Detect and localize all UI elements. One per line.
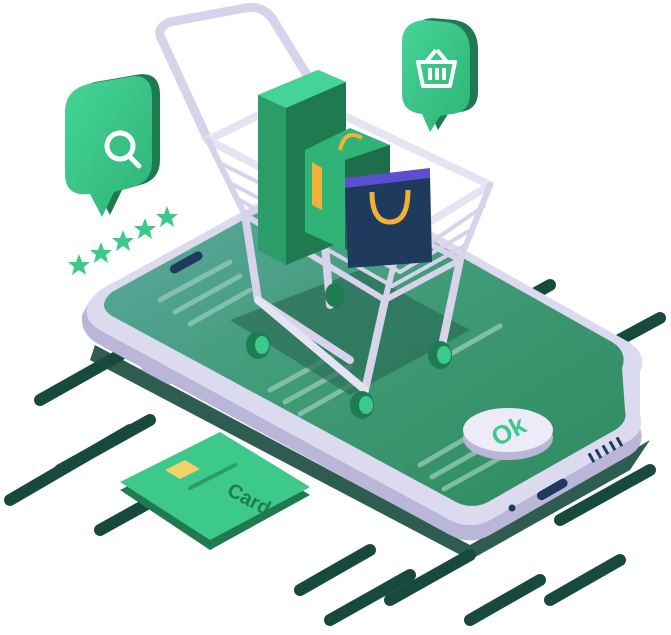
ecommerce-illustration: Ok Card <box>4 3 666 626</box>
ok-button[interactable]: Ok <box>463 408 553 460</box>
star-icon <box>134 218 156 239</box>
star-icon <box>156 206 178 227</box>
star-icon <box>90 242 112 263</box>
basket-bubble <box>402 18 478 132</box>
star-icon <box>68 254 90 275</box>
star-icon <box>112 230 134 251</box>
search-bubble <box>65 74 160 218</box>
phone-mic <box>508 504 516 512</box>
